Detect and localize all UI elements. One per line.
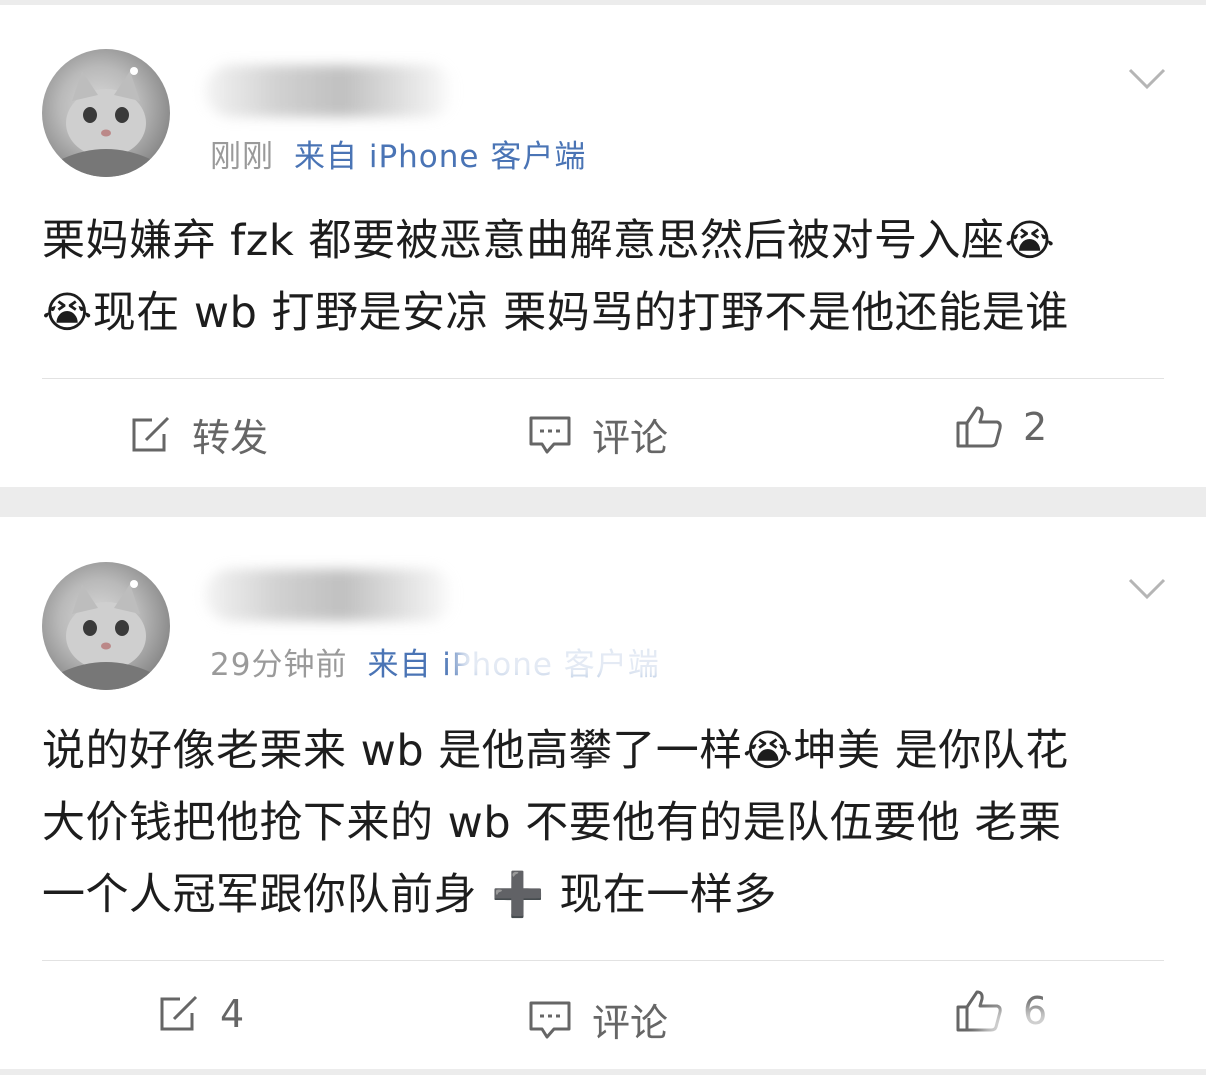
content-line: 一个人冠军跟你队前身 ➕ 现在一样多 (42, 870, 777, 920)
post-meta: 刚刚 来自 iPhone 客户端 (210, 131, 586, 176)
repost-button[interactable]: 4 (158, 992, 244, 1036)
weibo-post: 29分钟前来自 iPhone 客户端 说的好像老栗来 wb 是他高攀了一样😭坤美… (0, 517, 1206, 1069)
like-button[interactable]: 2 (955, 405, 1047, 449)
comment-icon (529, 416, 571, 453)
user-avatar[interactable] (42, 562, 170, 690)
user-avatar[interactable] (42, 49, 170, 177)
content-line: 说的好像老栗来 wb 是他高攀了一样😭坤美 是你队花 (42, 726, 1069, 776)
share-edit-icon (132, 416, 170, 451)
comment-button[interactable]: 评论 (528, 992, 668, 1047)
like-count: 2 (1023, 405, 1048, 449)
comment-label: 评论 (592, 1001, 669, 1045)
post-content: 栗妈嫌弃 fzk 都要被恶意曲解意思然后被对号入座😭 😭现在 wb 打野是安凉 … (42, 205, 1167, 349)
comment-label: 评论 (592, 416, 669, 460)
post-time: 刚刚 (210, 139, 274, 175)
thumbs-up-icon (956, 406, 1002, 448)
repost-button[interactable]: 转发 (130, 407, 268, 462)
repost-count: 4 (220, 992, 245, 1036)
divider (42, 378, 1164, 379)
weibo-post: 刚刚 来自 iPhone 客户端 栗妈嫌弃 fzk 都要被恶意曲解意思然后被对号入… (0, 5, 1206, 487)
content-line: 😭现在 wb 打野是安凉 栗妈骂的打野不是他还能是谁 (42, 288, 1069, 338)
username-redacted[interactable] (205, 65, 455, 117)
chevron-down-icon[interactable] (1128, 577, 1166, 601)
divider (42, 960, 1164, 961)
redaction-smudge (455, 635, 700, 685)
post-source[interactable]: 来自 iPhone 客户端 (294, 139, 586, 175)
repost-label: 转发 (192, 416, 269, 460)
content-line: 栗妈嫌弃 fzk 都要被恶意曲解意思然后被对号入座😭 (42, 216, 1056, 266)
comment-button[interactable]: 评论 (528, 407, 668, 462)
cat-avatar-icon (62, 580, 150, 690)
post-time: 29分钟前 (210, 647, 348, 683)
comment-icon (529, 1001, 571, 1038)
username-redacted[interactable] (205, 569, 455, 621)
share-edit-icon (160, 995, 198, 1031)
cat-avatar-icon (62, 67, 150, 177)
watermark-smudge (980, 1007, 1195, 1047)
post-content: 说的好像老栗来 wb 是他高攀了一样😭坤美 是你队花 大价钱把他抢下来的 wb … (42, 715, 1167, 931)
content-line: 大价钱把他抢下来的 wb 不要他有的是队伍要他 老栗 (42, 798, 1062, 848)
chevron-down-icon[interactable] (1128, 67, 1166, 91)
